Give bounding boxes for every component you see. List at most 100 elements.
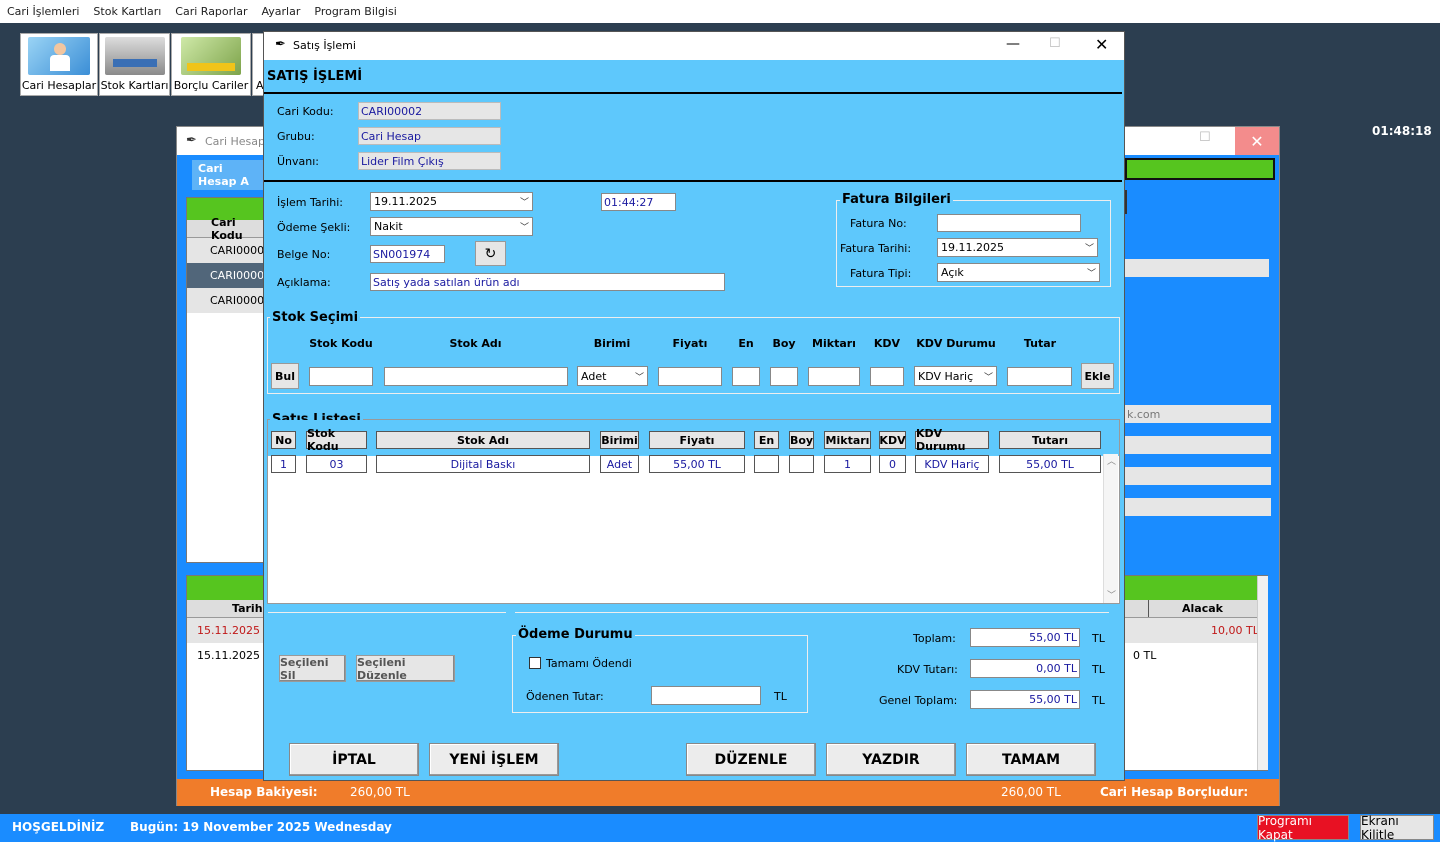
belge-no-label: Belge No: bbox=[277, 248, 331, 261]
list-item[interactable]: CARI00002 bbox=[187, 263, 271, 288]
list-scrollbar[interactable]: ︿ ﹀ bbox=[1103, 454, 1118, 603]
row-en[interactable] bbox=[754, 455, 779, 473]
toolbar-stok-kartlari-button[interactable]: Stok Kartları bbox=[99, 33, 170, 96]
bul-button[interactable]: Bul bbox=[271, 363, 299, 389]
time-field[interactable]: 01:44:27 bbox=[601, 193, 676, 211]
fatura-tipi-select[interactable]: Açık ﹀ bbox=[937, 263, 1100, 282]
email-field[interactable]: k.com bbox=[1125, 405, 1271, 423]
row-stok-kodu[interactable]: 03 bbox=[306, 455, 367, 473]
chevron-down-icon: ﹀ bbox=[1084, 244, 1094, 254]
balance-value: 260,00 TL bbox=[350, 785, 410, 799]
en-input[interactable] bbox=[732, 367, 760, 386]
tamam-button[interactable]: TAMAM bbox=[966, 743, 1096, 776]
tab-cari-hesap[interactable]: Cari Hesap A bbox=[192, 160, 264, 190]
scroll-up-icon[interactable]: ︿ bbox=[1107, 454, 1116, 467]
welcome-text: HOŞGELDİNİZ bbox=[12, 820, 105, 834]
scroll-down-icon[interactable]: ﹀ bbox=[1107, 588, 1116, 601]
close-icon[interactable]: ✕ bbox=[1095, 35, 1108, 54]
tamami-odendi-checkbox[interactable] bbox=[529, 657, 541, 669]
odeme-durumu-title: Ödeme Durumu bbox=[516, 627, 635, 642]
islem-tarihi-label: İşlem Tarihi: bbox=[277, 196, 343, 209]
fatura-no-field[interactable] bbox=[937, 214, 1081, 232]
list-header: KDV bbox=[879, 431, 906, 449]
aciklama-field[interactable]: Satış yada satılan ürün adı bbox=[370, 273, 725, 291]
genel-tl: TL bbox=[1092, 694, 1105, 707]
menu-cari-raporlar[interactable]: Cari Raporlar bbox=[175, 5, 247, 18]
tutar-input[interactable] bbox=[1007, 367, 1072, 386]
status-bar: HOŞGELDİNİZ Bugün: 19 November 2025 Wedn… bbox=[0, 814, 1440, 842]
cari-list-header: Cari Kodu bbox=[187, 216, 265, 242]
maximize-icon[interactable]: ☐ bbox=[1199, 130, 1211, 145]
list-header: Tutarı bbox=[999, 431, 1101, 449]
chevron-down-icon: ﹀ bbox=[983, 372, 993, 383]
menu-ayarlar[interactable]: Ayarlar bbox=[262, 5, 301, 18]
maximize-icon[interactable]: ☐ bbox=[1049, 36, 1061, 51]
list-header: Stok Kodu bbox=[306, 427, 367, 453]
today-text: Bugün: 19 November 2025 Wednesday bbox=[130, 820, 392, 834]
stok-adi-input[interactable] bbox=[384, 367, 568, 386]
kdv-input[interactable] bbox=[870, 367, 904, 386]
yazdir-button[interactable]: YAZDIR bbox=[826, 743, 956, 776]
lock-screen-button[interactable]: Ekranı Kilitle bbox=[1360, 814, 1434, 842]
row-no[interactable]: 1 bbox=[271, 455, 296, 473]
minimize-icon[interactable]: — bbox=[1006, 36, 1020, 52]
toolbar-cari-hesaplar-button[interactable]: Cari Hesaplar bbox=[20, 33, 98, 96]
row-birimi[interactable]: Adet bbox=[600, 455, 639, 473]
fatura-tipi-value: Açık bbox=[941, 266, 964, 279]
birimi-value: Adet bbox=[581, 369, 607, 383]
fatura-tarihi-picker[interactable]: 19.11.2025 ﹀ bbox=[937, 238, 1098, 257]
odenen-tutar-label: Ödenen Tutar: bbox=[526, 690, 604, 703]
scrollbar[interactable] bbox=[1257, 576, 1268, 770]
duzenle-button[interactable]: DÜZENLE bbox=[686, 743, 816, 776]
balance-bar: Hesap Bakiyesi: 260,00 TL 260,00 TL Cari… bbox=[177, 779, 1279, 806]
refresh-button[interactable]: ↻ bbox=[475, 241, 506, 266]
cari-kodu-label: Cari Kodu: bbox=[277, 105, 334, 118]
row-boy[interactable] bbox=[789, 455, 814, 473]
field-edge bbox=[1125, 190, 1127, 214]
field-partial bbox=[1125, 467, 1271, 485]
fatura-tipi-label: Fatura Tipi: bbox=[850, 267, 912, 280]
menu-program-bilgisi[interactable]: Program Bilgisi bbox=[314, 5, 396, 18]
birimi-select[interactable]: Adet ﹀ bbox=[577, 366, 648, 386]
odeme-sekli-select[interactable]: Nakit ﹀ bbox=[370, 217, 533, 236]
row-stok-adi[interactable]: Dijital Baskı bbox=[376, 455, 590, 473]
miktari-input[interactable] bbox=[808, 367, 860, 386]
stok-kodu-input[interactable] bbox=[309, 367, 373, 386]
menu-stok-kartlari[interactable]: Stok Kartları bbox=[93, 5, 161, 18]
kdv-durumu-select[interactable]: KDV Hariç ﹀ bbox=[914, 366, 997, 386]
list-item[interactable]: CARI00003 bbox=[187, 288, 271, 313]
secileni-sil-button[interactable]: Seçileni Sil bbox=[279, 655, 346, 682]
list-header: Birimi bbox=[600, 431, 639, 449]
balance-label: Hesap Bakiyesi: bbox=[210, 785, 318, 799]
yeni-islem-button[interactable]: YENİ İŞLEM bbox=[429, 743, 559, 776]
odenen-tutar-field[interactable] bbox=[651, 686, 761, 705]
close-button[interactable]: ✕ bbox=[1235, 127, 1279, 155]
satis-islemi-dialog: ✒ Satış İşlemi — ☐ ✕ SATIŞ İŞLEMİ Cari K… bbox=[263, 31, 1125, 781]
row-miktari[interactable]: 1 bbox=[824, 455, 871, 473]
row-tutari[interactable]: 55,00 TL bbox=[999, 455, 1101, 473]
list-item[interactable]: CARI00001 bbox=[187, 238, 271, 263]
chevron-down-icon: ﹀ bbox=[519, 198, 529, 208]
fatura-group-title: Fatura Bilgileri bbox=[840, 192, 953, 207]
stok-secimi-title: Stok Seçimi bbox=[270, 310, 361, 325]
iptal-button[interactable]: İPTAL bbox=[289, 743, 419, 776]
row-kdv-durumu[interactable]: KDV Hariç bbox=[915, 455, 989, 473]
ekle-button[interactable]: Ekle bbox=[1081, 363, 1114, 389]
stok-header: KDV bbox=[873, 337, 901, 350]
belge-no-field[interactable]: SN001974 bbox=[370, 245, 445, 263]
dialog-titlebar: ✒ Satış İşlemi — ☐ ✕ bbox=[264, 32, 1124, 60]
col-header-tarih: Tarih bbox=[232, 602, 263, 615]
fiyati-input[interactable] bbox=[658, 367, 722, 386]
row-kdv[interactable]: 0 bbox=[879, 455, 906, 473]
col-header-alacak: Alacak bbox=[1148, 600, 1256, 617]
row-fiyati[interactable]: 55,00 TL bbox=[649, 455, 745, 473]
toolbar-borclu-cariler-button[interactable]: Borçlu Cariler bbox=[171, 33, 251, 96]
secileni-duzenle-button[interactable]: Seçileni Düzenle bbox=[356, 655, 455, 682]
list-header: Fiyatı bbox=[649, 431, 745, 449]
close-program-button[interactable]: Programı Kapat bbox=[1257, 814, 1349, 842]
boy-input[interactable] bbox=[770, 367, 798, 386]
odeme-sekli-value: Nakit bbox=[374, 220, 403, 233]
menu-cari-islemleri[interactable]: Cari İşlemleri bbox=[7, 5, 79, 18]
genel-toplam-field: 55,00 TL bbox=[970, 690, 1080, 709]
islem-tarihi-picker[interactable]: 19.11.2025 ﹀ bbox=[370, 192, 533, 211]
